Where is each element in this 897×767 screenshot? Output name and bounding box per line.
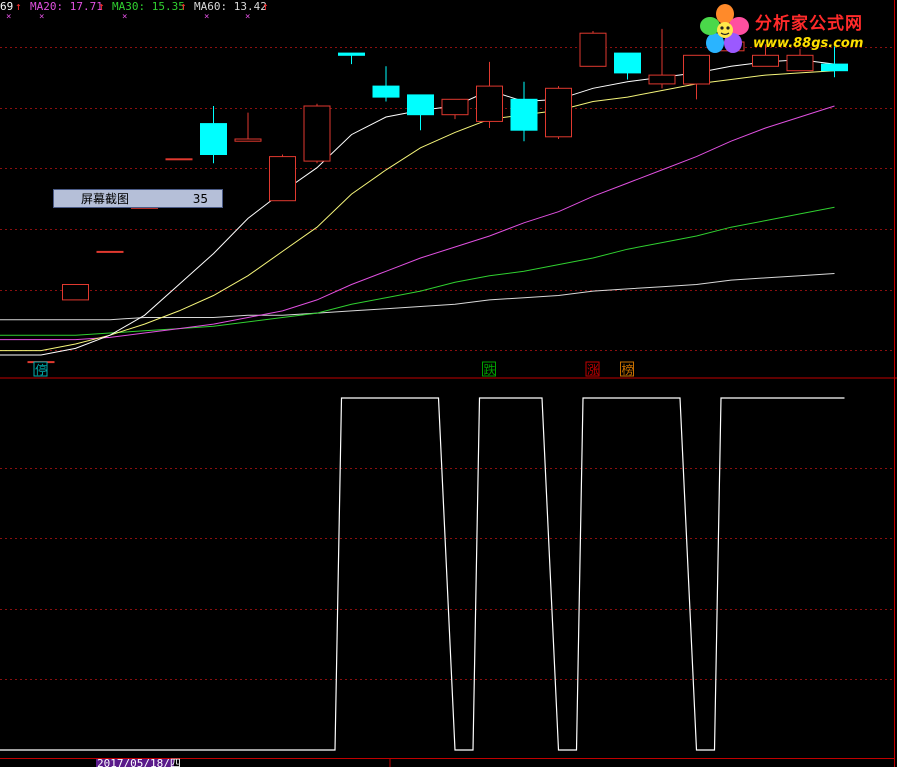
indicator-panel [0,397,845,751]
ma60-mark: × [204,12,209,22]
candle [510,81,538,142]
ma-prev-arrow: ↑ [15,0,22,13]
candle-body [510,98,538,131]
indicator-line [0,397,845,751]
candle-body [545,87,572,138]
candle [372,66,400,102]
ma-prev-mark: × [6,12,11,22]
signal-text: 跌 [484,362,496,377]
candle [303,103,331,164]
ma30-mark: × [122,12,127,22]
screenshot-tooltip[interactable]: 屏幕截图 35 [53,189,223,208]
candle-body [614,52,641,74]
ma60-arrow: ↑ [262,0,269,13]
candle [683,54,710,100]
candle-body [303,105,331,162]
candle-body [648,74,676,85]
ma-extra-mark: × [245,12,250,22]
candle-body [683,54,710,85]
ma-legend: 69 ↑ MA20: 17.71 ↑ MA30: 15.35 ↑ MA60: 1… [0,0,269,22]
candle-body [372,85,400,98]
candle-body [476,85,503,122]
logo-url: www.88gs.com [753,36,864,51]
candle-body [165,158,193,161]
candle-body [786,54,814,72]
candle [648,28,676,89]
candle [579,31,607,67]
candle [62,284,89,301]
signal-text: 榜 [622,362,634,377]
date-label: 2017/05/18/四 [97,757,181,767]
ma20-arrow: ↑ [98,0,105,13]
ma30-line [0,206,835,336]
candle [614,52,641,80]
signal-text: 停 [35,362,47,377]
candle-body [752,54,779,67]
candle [338,52,365,65]
screenshot-value: 35 [192,191,208,206]
screenshot-label: 屏幕截图 [81,192,130,206]
candle [545,86,572,140]
signal-text: 涨 [587,362,599,377]
signal-labels: 停跌涨榜 [33,361,634,377]
candle [269,154,296,202]
candle [165,158,193,161]
candle-body [821,63,848,72]
ma30-arrow: ↑ [180,0,187,13]
candle-body [269,156,296,202]
candle-body [96,250,124,253]
candle-body [62,284,89,301]
candle-body [579,32,607,67]
candle-body [234,138,262,142]
candle [407,94,434,131]
ma60-line [0,273,835,321]
logo-title: 分析家公式网 [755,14,863,34]
candle [441,98,469,120]
ma20-mark: × [39,12,44,22]
flower-icon [700,4,749,53]
candle-body [441,98,469,116]
candle-body [338,52,365,56]
candle [234,112,262,142]
price-chart: 停 跌 涨 榜 69 ↑ MA20: 17.71 ↑ MA30: 15.35 ↑ MA… [0,0,897,767]
candle-body [200,123,227,155]
candle [96,250,124,253]
ma20-line [0,105,835,341]
candle [200,105,227,164]
site-logo: 分析家公式网 www.88gs.com [697,2,892,56]
candle [476,61,503,128]
candle-body [407,94,434,116]
